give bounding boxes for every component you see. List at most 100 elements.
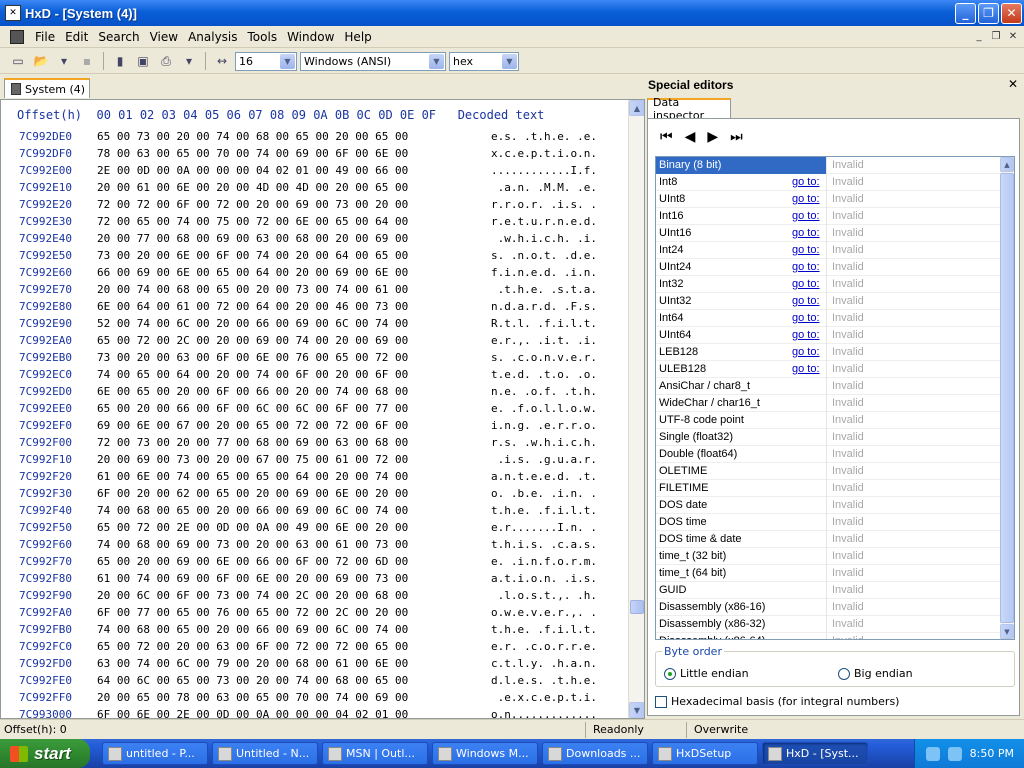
menu-window[interactable]: Window: [282, 30, 339, 44]
row-hex-bytes[interactable]: 20 00 65 00 78 00 63 00 65 00 70 00 74 0…: [97, 691, 408, 704]
row-decoded-text[interactable]: e.r.......I.n. .: [491, 521, 597, 534]
field-value[interactable]: Invalid: [826, 514, 1000, 531]
row-decoded-text[interactable]: e.r. .c.o.r.r.e.: [491, 640, 597, 653]
first-icon[interactable]: ⏮: [660, 129, 673, 145]
field-value[interactable]: Invalid: [826, 463, 1000, 480]
inspector-row[interactable]: Int16 go to: Invalid: [656, 208, 1000, 225]
document-icon[interactable]: [10, 29, 24, 44]
app-icon[interactable]: ✕: [5, 5, 21, 21]
goto-link[interactable]: go to:: [792, 346, 820, 358]
mdi-restore-icon[interactable]: ❐: [989, 29, 1003, 43]
hex-basis-checkbox[interactable]: Hexadecimal basis (for integral numbers): [655, 695, 899, 708]
field-value[interactable]: Invalid: [826, 174, 1000, 191]
inspector-row[interactable]: GUID Invalid: [656, 582, 1000, 599]
menu-view[interactable]: View: [145, 30, 183, 44]
chevron-down-icon[interactable]: ▼: [429, 53, 444, 69]
inspector-row[interactable]: AnsiChar / char8_t Invalid: [656, 378, 1000, 395]
row-hex-bytes[interactable]: 6F 00 77 00 65 00 76 00 65 00 72 00 2C 0…: [97, 606, 408, 619]
scroll-up-icon[interactable]: ▲: [629, 100, 644, 116]
goto-link[interactable]: go to:: [792, 244, 820, 256]
inspector-row[interactable]: time_t (32 bit) Invalid: [656, 548, 1000, 565]
inspector-row[interactable]: LEB128 go to: Invalid: [656, 344, 1000, 361]
goto-link[interactable]: go to:: [792, 312, 820, 324]
display-mode-select[interactable]: hex ▼: [449, 51, 519, 71]
row-hex-bytes[interactable]: 74 00 65 00 64 00 20 00 74 00 6F 00 20 0…: [97, 368, 408, 381]
field-value[interactable]: Invalid: [826, 327, 1000, 344]
inspector-row[interactable]: UInt24 go to: Invalid: [656, 259, 1000, 276]
row-decoded-text[interactable]: e. .i.n.f.o.r.m.: [491, 555, 597, 568]
scroll-down-icon[interactable]: ▼: [1000, 624, 1014, 639]
inspector-row[interactable]: Disassembly (x86-64) Invalid: [656, 633, 1000, 639]
scroll-thumb[interactable]: [630, 600, 644, 614]
print-dropdown-icon[interactable]: ▾: [179, 51, 199, 71]
editor-scrollbar[interactable]: ▲ ▼: [628, 100, 644, 718]
field-value[interactable]: Invalid: [826, 344, 1000, 361]
row-hex-bytes[interactable]: 74 00 68 00 65 00 20 00 66 00 69 00 6C 0…: [97, 504, 408, 517]
field-value[interactable]: Invalid: [826, 582, 1000, 599]
row-decoded-text[interactable]: o.w.e.v.e.r.,. .: [491, 606, 597, 619]
next-icon[interactable]: ▶: [707, 129, 718, 145]
inspector-row[interactable]: Int64 go to: Invalid: [656, 310, 1000, 327]
row-decoded-text[interactable]: c.t.l.y. .h.a.n.: [491, 657, 597, 670]
row-hex-bytes[interactable]: 20 00 69 00 73 00 20 00 67 00 75 00 61 0…: [97, 453, 408, 466]
row-decoded-text[interactable]: x.c.e.p.t.i.o.n.: [491, 147, 597, 160]
row-decoded-text[interactable]: e. .f.o.l.l.o.w.: [491, 402, 597, 415]
row-decoded-text[interactable]: i.n.g. .e.r.r.o.: [491, 419, 597, 432]
scroll-up-icon[interactable]: ▲: [1000, 157, 1014, 172]
field-value[interactable]: Invalid: [826, 310, 1000, 327]
open-ram-icon[interactable]: ▣: [133, 51, 153, 71]
row-decoded-text[interactable]: t.h.i.s. .c.a.s.: [491, 538, 597, 551]
row-hex-bytes[interactable]: 20 00 74 00 68 00 65 00 20 00 73 00 74 0…: [97, 283, 408, 296]
goto-link[interactable]: go to:: [792, 329, 820, 341]
row-hex-bytes[interactable]: 65 00 73 00 20 00 74 00 68 00 65 00 20 0…: [97, 130, 408, 143]
inspector-row[interactable]: UTF-8 code point Invalid: [656, 412, 1000, 429]
row-decoded-text[interactable]: .t.h.e. .s.t.a.: [491, 283, 597, 296]
row-decoded-text[interactable]: r.r.o.r. .i.s. .: [491, 198, 597, 211]
goto-link[interactable]: go to:: [792, 193, 820, 205]
row-decoded-text[interactable]: o. .b.e. .i.n. .: [491, 487, 597, 500]
taskbar-button[interactable]: Downloads ...: [542, 742, 648, 765]
field-value[interactable]: Invalid: [826, 191, 1000, 208]
row-hex-bytes[interactable]: 73 00 20 00 6E 00 6F 00 74 00 20 00 64 0…: [97, 249, 408, 262]
row-hex-bytes[interactable]: 72 00 73 00 20 00 77 00 68 00 69 00 63 0…: [97, 436, 408, 449]
row-decoded-text[interactable]: a.t.i.o.n. .i.s.: [491, 572, 597, 585]
row-hex-bytes[interactable]: 64 00 6C 00 65 00 73 00 20 00 74 00 68 0…: [97, 674, 408, 687]
field-value[interactable]: Invalid: [826, 446, 1000, 463]
row-hex-bytes[interactable]: 52 00 74 00 6C 00 20 00 66 00 69 00 6C 0…: [97, 317, 408, 330]
field-value[interactable]: Invalid: [826, 565, 1000, 582]
bytes-per-row-select[interactable]: 16 ▼: [235, 51, 297, 71]
tab-data-inspector[interactable]: Data inspector: [647, 96, 731, 122]
save-icon[interactable]: ▪: [77, 51, 97, 71]
last-icon[interactable]: ⏭: [730, 129, 743, 145]
close-button[interactable]: ✕: [1001, 2, 1022, 24]
inspector-row[interactable]: Int24 go to: Invalid: [656, 242, 1000, 259]
menu-analysis[interactable]: Analysis: [183, 30, 242, 44]
start-button[interactable]: start: [0, 739, 90, 768]
row-decoded-text[interactable]: n.e. .o.f. .t.h.: [491, 385, 597, 398]
volume-icon[interactable]: [947, 746, 962, 761]
field-value[interactable]: Invalid: [826, 225, 1000, 242]
inspector-row[interactable]: UInt32 go to: Invalid: [656, 293, 1000, 310]
hex-editor[interactable]: Offset(h) 00 01 02 03 04 05 06 07 08 09 …: [0, 99, 645, 719]
row-hex-bytes[interactable]: 69 00 6E 00 67 00 20 00 65 00 72 00 72 0…: [97, 419, 408, 432]
row-decoded-text[interactable]: r.s. .w.h.i.c.h.: [491, 436, 597, 449]
field-value[interactable]: Invalid: [826, 633, 1000, 639]
little-endian-radio[interactable]: Little endian: [664, 667, 749, 680]
field-value[interactable]: Invalid: [826, 361, 1000, 378]
row-hex-bytes[interactable]: 72 00 65 00 74 00 75 00 72 00 6E 00 65 0…: [97, 215, 408, 228]
inspector-row[interactable]: UInt64 go to: Invalid: [656, 327, 1000, 344]
inspector-row[interactable]: FILETIME Invalid: [656, 480, 1000, 497]
goto-link[interactable]: go to:: [792, 261, 820, 273]
field-value[interactable]: Invalid: [826, 548, 1000, 565]
inspector-row[interactable]: Int32 go to: Invalid: [656, 276, 1000, 293]
field-value[interactable]: Invalid: [826, 208, 1000, 225]
open-file-icon[interactable]: 📂: [31, 51, 51, 71]
row-decoded-text[interactable]: a.n.t.e.e.d. .t.: [491, 470, 597, 483]
row-decoded-text[interactable]: t.e.d. .t.o. .o.: [491, 368, 597, 381]
row-hex-bytes[interactable]: 20 00 6C 00 6F 00 73 00 74 00 2C 00 20 0…: [97, 589, 408, 602]
taskbar-button[interactable]: MSN | Outl...: [322, 742, 428, 765]
row-decoded-text[interactable]: .i.s. .g.u.a.r.: [491, 453, 597, 466]
row-hex-bytes[interactable]: 63 00 74 00 6C 00 79 00 20 00 68 00 61 0…: [97, 657, 408, 670]
goto-link[interactable]: go to:: [792, 363, 820, 375]
row-hex-bytes[interactable]: 6F 00 20 00 62 00 65 00 20 00 69 00 6E 0…: [97, 487, 408, 500]
